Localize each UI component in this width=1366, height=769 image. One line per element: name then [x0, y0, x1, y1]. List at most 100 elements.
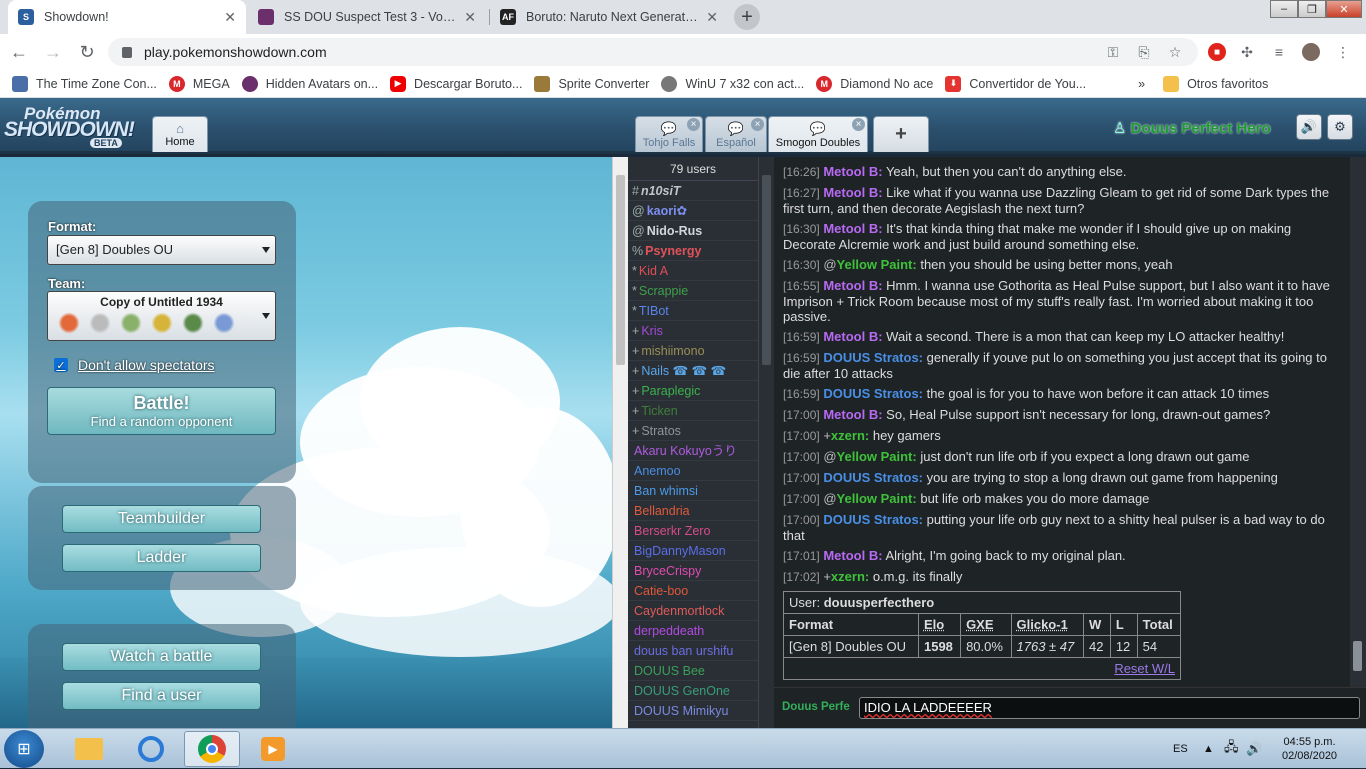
maximize-window-button[interactable]: ❐ — [1298, 0, 1326, 18]
new-room-plus-icon[interactable]: + — [873, 116, 929, 152]
chat-scrollbar[interactable] — [1350, 157, 1366, 687]
show-hidden-icons-icon[interactable]: ▲ — [1203, 729, 1214, 769]
chat-username[interactable]: Metool B: — [823, 185, 882, 200]
user-list-item[interactable]: % Psynergy — [628, 241, 758, 261]
bookmark-star-icon[interactable]: ☆ — [1166, 43, 1184, 61]
user-list-item[interactable]: DOUUS Mimikyu — [628, 701, 758, 721]
chat-username[interactable]: DOUUS Stratos: — [823, 512, 923, 527]
bookmark-time-zone[interactable]: The Time Zone Con... — [12, 75, 157, 92]
userlist-scrollbar[interactable] — [758, 157, 774, 728]
chat-username[interactable]: Metool B: — [823, 164, 882, 179]
user-list-item[interactable]: Akaru Kokuyoうり — [628, 441, 758, 461]
extensions-puzzle-icon[interactable]: ✣ — [1238, 43, 1256, 61]
user-list-item[interactable]: DOUUS GenOne — [628, 681, 758, 701]
chat-username[interactable]: Metool B: — [823, 221, 882, 236]
username[interactable]: ♙ Douus Perfect Hero — [1113, 119, 1271, 137]
scrollbar-thumb[interactable] — [762, 175, 771, 365]
volume-icon[interactable]: 🔊 — [1296, 114, 1322, 140]
tab-smogon-doubles[interactable]: × 💬 Smogon Doubles — [768, 116, 868, 152]
reset-wl-link[interactable]: Reset W/L — [1114, 661, 1175, 676]
chat-username[interactable]: DOUUS Stratos: — [823, 470, 923, 485]
user-list-item[interactable]: Bellandria — [628, 501, 758, 521]
user-list-item[interactable]: Catie-boo — [628, 581, 758, 601]
watch-battle-button[interactable]: Watch a battle — [62, 643, 261, 671]
user-list-item[interactable]: @ kaori✿ — [628, 201, 758, 221]
close-tab-icon[interactable]: ✕ — [224, 9, 236, 26]
bookmark-winu[interactable]: WinU 7 x32 con act... — [661, 75, 804, 92]
new-tab-plus-icon[interactable]: + — [734, 4, 760, 30]
chat-username[interactable]: Metool B: — [823, 548, 882, 563]
bookmark-mega[interactable]: M MEGA — [168, 75, 230, 92]
bookmark-hidden-avatars[interactable]: Hidden Avatars on... — [241, 75, 378, 92]
scrollbar-thumb[interactable] — [616, 175, 625, 365]
ladder-button[interactable]: Ladder — [62, 544, 261, 572]
gear-icon[interactable]: ⚙ — [1327, 114, 1353, 140]
chrome-icon[interactable] — [184, 731, 240, 767]
chat-username[interactable]: xzern: — [831, 569, 869, 584]
bookmark-sprite-converter[interactable]: Sprite Converter — [534, 75, 649, 92]
user-list-item[interactable]: douus ban urshifu — [628, 641, 758, 661]
user-list-item[interactable]: @ Nido-Rus — [628, 221, 758, 241]
explorer-folder-icon[interactable] — [61, 731, 117, 767]
tab-espanol[interactable]: × 💬 Español — [705, 116, 767, 152]
close-tab-icon[interactable]: × — [852, 118, 865, 131]
user-list-item[interactable]: DOUUS Bee — [628, 661, 758, 681]
user-list-item[interactable]: Caydenmortlock — [628, 601, 758, 621]
user-list-item[interactable]: + Ticken — [628, 401, 758, 421]
chat-username[interactable]: Metool B: — [823, 407, 882, 422]
chat-username[interactable]: Yellow Paint: — [837, 449, 917, 464]
bookmark-diamond[interactable]: M Diamond No ace — [816, 75, 933, 92]
user-list-item[interactable]: * Kid A — [628, 261, 758, 281]
team-select[interactable]: Copy of Untitled 1934 — [47, 291, 276, 341]
user-list-item[interactable]: Anemoo — [628, 461, 758, 481]
menu-kebab-icon[interactable]: ⋮ — [1334, 43, 1352, 61]
user-list-item[interactable]: # n10siT — [628, 181, 758, 201]
internet-explorer-icon[interactable] — [123, 731, 179, 767]
user-list-item[interactable]: + Nails ☎ ☎ ☎ — [628, 361, 758, 381]
key-icon[interactable]: ⚿ — [1104, 43, 1122, 61]
input-language[interactable]: ES — [1173, 729, 1188, 769]
close-tab-icon[interactable]: ✕ — [464, 9, 476, 26]
browser-tab-boruto[interactable]: AF Boruto: Naruto Next Generations ✕ — [490, 0, 728, 34]
clock[interactable]: 04:55 p.m. 02/08/2020 — [1282, 729, 1337, 769]
chat-username[interactable]: Metool B: — [823, 329, 882, 344]
no-spectators-checkbox[interactable]: ✓ Don't allow spectators — [54, 357, 215, 373]
format-select[interactable]: [Gen 8] Doubles OU — [47, 235, 276, 265]
user-list-item[interactable]: Ban whimsi — [628, 481, 758, 501]
close-window-button[interactable]: ✕ — [1326, 0, 1362, 18]
chat-username[interactable]: Metool B: — [823, 278, 882, 293]
close-tab-icon[interactable]: × — [751, 118, 764, 131]
speaker-icon[interactable]: 🔊 — [1246, 729, 1262, 769]
user-list-item[interactable]: + Paraplegic — [628, 381, 758, 401]
bookmark-convertidor[interactable]: ⬇ Convertidor de You... — [945, 75, 1086, 92]
user-list-item[interactable]: derpeddeath — [628, 621, 758, 641]
media-queue-icon[interactable]: ≡ — [1270, 43, 1288, 61]
other-bookmarks[interactable]: Otros favoritos — [1163, 75, 1268, 92]
tab-tohjo-falls[interactable]: × 💬 Tohjo Falls — [635, 116, 703, 152]
browser-tab-suspect-test[interactable]: SS DOU Suspect Test 3 - Voter Id ✕ — [248, 0, 486, 34]
chat-username[interactable]: Yellow Paint: — [837, 491, 917, 506]
profile-avatar-icon[interactable] — [1302, 43, 1320, 61]
browser-tab-showdown[interactable]: S Showdown! ✕ — [8, 0, 246, 34]
scrollbar-thumb[interactable] — [1353, 641, 1362, 671]
forward-arrow-icon[interactable]: → — [38, 37, 68, 67]
translate-icon[interactable]: ⎘ — [1135, 43, 1153, 61]
user-list-item[interactable]: + mishiimono — [628, 341, 758, 361]
user-list-item[interactable]: BigDannyMason — [628, 541, 758, 561]
user-list-item[interactable]: * TIBot — [628, 301, 758, 321]
tab-home[interactable]: ⌂ Home — [152, 116, 208, 152]
user-list-item[interactable]: + Kris — [628, 321, 758, 341]
user-list-item[interactable]: Berserkr Zero — [628, 521, 758, 541]
reload-icon[interactable]: ↻ — [72, 37, 102, 67]
chat-username[interactable]: DOUUS Stratos: — [823, 350, 923, 365]
bookmark-boruto[interactable]: ▶ Descargar Boruto... — [390, 75, 522, 92]
battle-button[interactable]: Battle! Find a random opponent — [47, 387, 276, 435]
back-arrow-icon[interactable]: ← — [4, 37, 34, 67]
user-list-item[interactable]: + Stratos — [628, 421, 758, 441]
chat-username[interactable]: Yellow Paint: — [837, 257, 917, 272]
user-list-item[interactable]: BryceCrispy — [628, 561, 758, 581]
address-bar[interactable]: play.pokemonshowdown.com — [108, 38, 1198, 66]
adblock-extension-icon[interactable]: ■ — [1208, 43, 1226, 61]
home-scrollbar[interactable] — [612, 157, 628, 728]
close-tab-icon[interactable]: ✕ — [706, 9, 718, 26]
